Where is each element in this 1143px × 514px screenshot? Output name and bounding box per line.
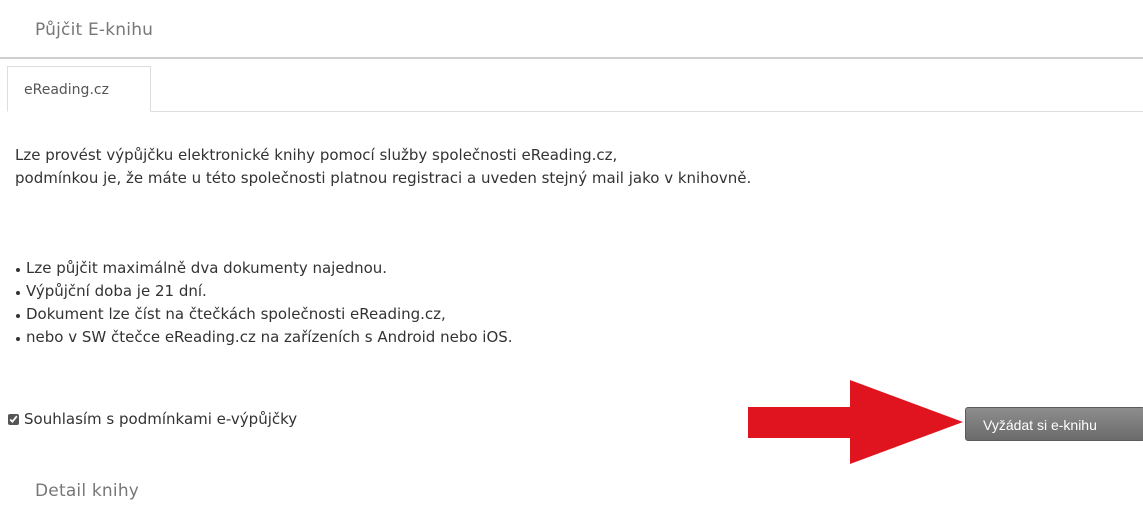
- borrow-section-title: Půjčit E-knihu: [35, 20, 154, 40]
- tab-ereading[interactable]: eReading.cz: [7, 66, 151, 112]
- tab-baseline: [151, 111, 1143, 112]
- red-arrow-icon: [748, 380, 963, 464]
- detail-section-title: Detail knihy: [35, 481, 140, 501]
- list-item: Lze půjčit maximálně dva dokumenty najed…: [15, 257, 513, 280]
- agree-checkbox[interactable]: [8, 413, 19, 425]
- list-item: nebo v SW čtečce eReading.cz na zařízení…: [15, 326, 513, 349]
- conditions-list: Lze půjčit maximálně dva dokumenty najed…: [15, 257, 513, 349]
- request-ebook-button[interactable]: Vyžádat si e-knihu: [965, 407, 1143, 441]
- intro-text: Lze provést výpůjčku elektronické knihy …: [15, 144, 751, 190]
- list-item: Výpůjční doba je 21 dní.: [15, 280, 513, 303]
- list-item: Dokument lze číst na čtečkách společnost…: [15, 303, 513, 326]
- agree-terms[interactable]: Souhlasím s podmínkami e-výpůjčky: [8, 410, 297, 428]
- intro-line-2: podmínkou je, že máte u této společnosti…: [15, 169, 752, 187]
- section-divider: [0, 57, 1143, 59]
- agree-label: Souhlasím s podmínkami e-výpůjčky: [24, 410, 298, 428]
- intro-line-1: Lze provést výpůjčku elektronické knihy …: [15, 146, 618, 164]
